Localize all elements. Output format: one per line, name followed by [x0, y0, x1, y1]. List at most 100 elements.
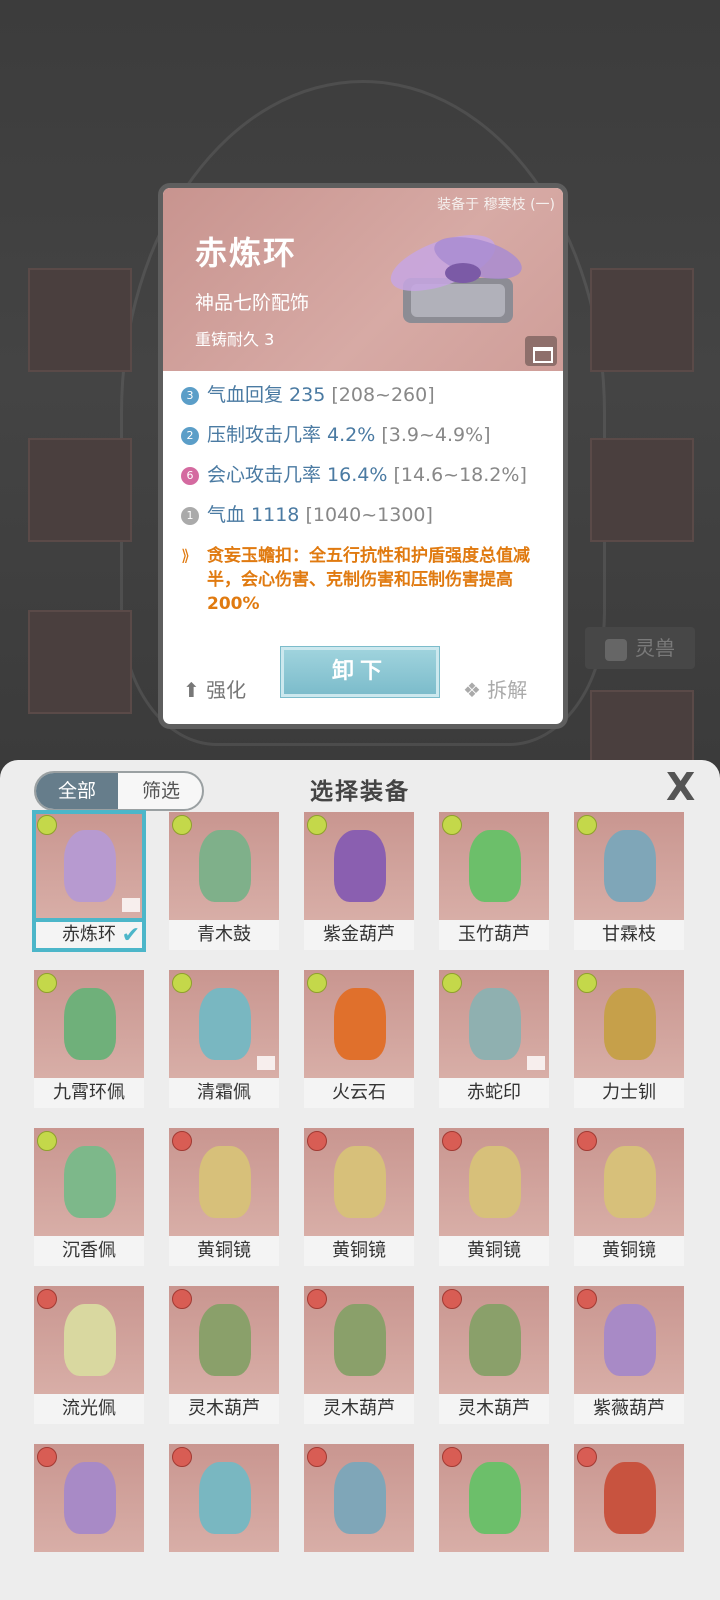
equipment-slot[interactable] [169, 1444, 279, 1584]
quality-orb-icon [37, 1131, 57, 1151]
bg-equip-slot [28, 438, 132, 542]
equipment-image [34, 1444, 144, 1552]
equipment-name: 赤蛇印 [439, 1078, 549, 1108]
unequip-button[interactable]: 卸下 [281, 647, 439, 697]
equipment-slot[interactable] [34, 1444, 144, 1584]
equipment-art-icon [199, 1462, 251, 1534]
equipment-slot[interactable]: 火云石 [304, 970, 414, 1110]
quality-orb-icon [442, 815, 462, 835]
equipment-slot[interactable]: 紫薇葫芦 [574, 1286, 684, 1426]
equipment-slot[interactable]: 赤炼环 ✔ [32, 810, 146, 952]
equipment-slot[interactable]: 灵木葫芦 [169, 1286, 279, 1426]
equipment-slot[interactable]: 紫金葫芦 [304, 812, 414, 952]
equipment-name: 黄铜镜 [574, 1236, 684, 1266]
equipment-slot[interactable]: 青木鼓 [169, 812, 279, 952]
card-header: 装备于 穆寒枝 (一) 赤炼环 神品七阶配饰 重铸耐久 3 [163, 188, 563, 371]
equipment-name: 玉竹葫芦 [439, 920, 549, 950]
equipment-image [574, 1444, 684, 1552]
equipment-slot[interactable]: 灵木葫芦 [304, 1286, 414, 1426]
equipment-slot[interactable]: 灵木葫芦 [439, 1286, 549, 1426]
item-name: 赤炼环 [195, 234, 298, 272]
equipment-image [439, 970, 549, 1078]
quality-orb-icon [577, 1447, 597, 1467]
quality-orb-icon [577, 973, 597, 993]
equipment-name: 甘霖枝 [574, 920, 684, 950]
equipment-name: 火云石 [304, 1078, 414, 1108]
equipment-slot[interactable] [439, 1444, 549, 1584]
quality-orb-icon [442, 1447, 462, 1467]
equipment-slot[interactable]: 黄铜镜 [574, 1128, 684, 1268]
equipment-name: 九霄环佩 [34, 1078, 144, 1108]
equipment-name: 清霜佩 [169, 1078, 279, 1108]
item-art-icon [390, 235, 522, 323]
quality-orb-icon [172, 1289, 192, 1309]
equipment-slot[interactable]: 甘霖枝 [574, 812, 684, 952]
equipment-art-icon [469, 988, 521, 1060]
equipment-slot[interactable]: 黄铜镜 [304, 1128, 414, 1268]
equipment-slot[interactable]: 清霜佩 [169, 970, 279, 1110]
equipment-slot[interactable]: 赤蛇印 [439, 970, 549, 1110]
selected-check-icon: ✔ [121, 923, 140, 948]
equipment-art-icon [469, 830, 521, 902]
equipment-art-icon [334, 830, 386, 902]
equipment-image [439, 1444, 549, 1552]
strengthen-button[interactable]: ⬆ 强化 [183, 674, 246, 703]
equipment-art-icon [64, 1304, 116, 1376]
lock-icon [257, 1056, 275, 1070]
equipment-slot[interactable]: 沉香佩 [34, 1128, 144, 1268]
equipment-image [304, 970, 414, 1078]
beast-icon [605, 638, 627, 661]
equipment-slot[interactable]: 流光佩 [34, 1286, 144, 1426]
equipment-image [304, 1286, 414, 1394]
panel-title: 选择装备 [310, 779, 410, 805]
equipment-art-icon [604, 1304, 656, 1376]
equipment-name: 流光佩 [34, 1394, 144, 1424]
stat-line: 3 气血回复 235 [208~260] [181, 380, 435, 407]
equipment-slot[interactable] [304, 1444, 414, 1584]
quality-orb-icon [37, 815, 57, 835]
quality-orb-icon [307, 815, 327, 835]
quality-orb-icon [37, 1447, 57, 1467]
equipment-image [34, 970, 144, 1078]
equipment-image [439, 812, 549, 920]
spirit-beast-tab: 灵兽 [585, 627, 695, 669]
equipment-slot[interactable]: 力士钏 [574, 970, 684, 1110]
equipment-art-icon [199, 830, 251, 902]
dismantle-button[interactable]: ❖ 拆解 [463, 674, 527, 703]
equipment-slot[interactable]: 玉竹葫芦 [439, 812, 549, 952]
bg-equip-slot [590, 438, 694, 542]
equipment-slot[interactable]: 九霄环佩 [34, 970, 144, 1110]
equipment-image [34, 1286, 144, 1394]
equipment-art-icon [64, 1146, 116, 1218]
quality-orb-icon [442, 1289, 462, 1309]
equipment-art-icon [604, 988, 656, 1060]
equipment-image [574, 970, 684, 1078]
quality-orb-icon [307, 1131, 327, 1151]
quality-orb-icon [37, 973, 57, 993]
equipment-art-icon [64, 988, 116, 1060]
equipment-slot[interactable]: 黄铜镜 [439, 1128, 549, 1268]
equipment-art-icon [334, 1146, 386, 1218]
bg-equip-slot [590, 268, 694, 372]
quality-orb-icon [442, 973, 462, 993]
equipment-name: 紫金葫芦 [304, 920, 414, 950]
equipment-image [32, 810, 146, 922]
equipment-art-icon [604, 830, 656, 902]
arrow-up-icon: ⬆ [183, 678, 200, 702]
close-icon[interactable]: X [666, 765, 695, 809]
equipment-image [574, 812, 684, 920]
set-effect-icon: ⟫ [181, 546, 190, 565]
equipment-art-icon [604, 1146, 656, 1218]
lock-icon[interactable] [525, 336, 557, 366]
equipment-image [574, 1128, 684, 1236]
equipment-slot[interactable] [574, 1444, 684, 1584]
equipment-image [574, 1286, 684, 1394]
quality-orb-icon [307, 1289, 327, 1309]
bg-equip-slot [28, 268, 132, 372]
equipment-name: 青木鼓 [169, 920, 279, 950]
equipment-art-icon [199, 988, 251, 1060]
equipment-slot[interactable]: 黄铜镜 [169, 1128, 279, 1268]
stat-line: 1 气血 1118 [1040~1300] [181, 500, 433, 527]
equipment-name: 沉香佩 [34, 1236, 144, 1266]
equipment-art-icon [334, 1462, 386, 1534]
